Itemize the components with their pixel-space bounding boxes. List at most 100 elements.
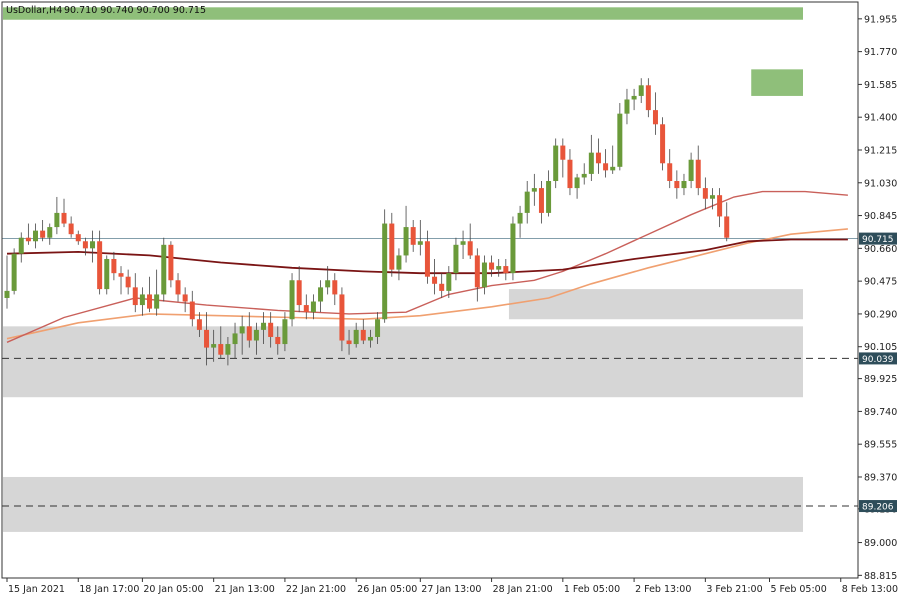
level-badge-0-label: 90.039 xyxy=(862,355,894,365)
candle-body-67 xyxy=(481,262,487,288)
y-tick-label-5: 91.030 xyxy=(864,178,897,189)
candle-body-88 xyxy=(631,95,637,100)
candle-body-24 xyxy=(175,280,181,295)
x-tick-label-0: 15 Jan 2021 xyxy=(8,584,65,595)
candle-body-10 xyxy=(75,234,81,242)
candle-body-9 xyxy=(68,223,74,235)
candle-body-6 xyxy=(47,227,53,238)
symbol-label: UsDollar,H4 xyxy=(6,5,62,16)
y-axis: 91.955 91.770 91.585 91.400 91.215 91.030 90.8… xyxy=(858,14,897,582)
y-tick-label-13: 89.555 xyxy=(864,440,897,451)
candle-body-58 xyxy=(417,241,423,245)
current-price-badge-label: 90.715 xyxy=(862,235,894,245)
candle-body-34 xyxy=(246,326,252,341)
candle-body-69 xyxy=(496,266,502,270)
candle-body-71 xyxy=(510,223,516,274)
y-tick-label-6: 90.845 xyxy=(864,211,897,222)
candle-body-93 xyxy=(667,163,673,182)
zone-gray-2 xyxy=(508,289,803,320)
candle-body-4 xyxy=(33,230,39,242)
candle-body-33 xyxy=(239,326,245,334)
candle-body-89 xyxy=(638,85,644,96)
candle-body-37 xyxy=(268,322,274,337)
ohlc-readout: 90.710 90.740 90.700 90.715 xyxy=(64,5,206,16)
candle-body-84 xyxy=(603,163,609,171)
candle-body-57 xyxy=(410,227,416,245)
candle-body-100 xyxy=(717,195,723,217)
x-tick-label-8: 1 Feb 05:00 xyxy=(564,584,620,595)
candle-body-3 xyxy=(25,237,31,242)
zones-layer xyxy=(3,7,803,532)
candle-body-41 xyxy=(296,280,302,306)
candle-body-43 xyxy=(310,301,316,313)
candle-body-85 xyxy=(610,166,616,171)
price-chart[interactable]: 91.955 91.770 91.585 91.400 91.215 91.030 90.8… xyxy=(0,0,900,600)
candle-body-14 xyxy=(104,258,110,290)
candle-body-63 xyxy=(453,244,459,274)
candle-body-28 xyxy=(204,329,210,348)
candle-body-83 xyxy=(595,152,601,164)
candle-body-65 xyxy=(467,241,473,256)
candle-body-45 xyxy=(325,280,331,288)
x-tick-label-2: 20 Jan 05:00 xyxy=(143,584,203,595)
chart-container: 91.955 91.770 91.585 91.400 91.215 91.030 90.8… xyxy=(0,0,900,600)
candle-body-55 xyxy=(396,255,402,270)
candle-body-29 xyxy=(211,344,217,348)
candle-body-44 xyxy=(318,287,324,302)
y-tick-label-16: 89.000 xyxy=(864,538,897,549)
candle-body-42 xyxy=(303,305,309,313)
x-tick-label-5: 26 Jan 05:00 xyxy=(357,584,417,595)
x-tick-label-10: 3 Feb 21:00 xyxy=(706,584,762,595)
candle-body-76 xyxy=(546,181,552,213)
candle-body-54 xyxy=(389,223,395,270)
candle-body-101 xyxy=(724,216,730,238)
candle-body-19 xyxy=(139,294,145,306)
candle-body-7 xyxy=(54,212,60,228)
candle-body-97 xyxy=(695,159,701,189)
candle-body-78 xyxy=(560,145,566,160)
candle-body-62 xyxy=(446,273,452,291)
candle-body-75 xyxy=(538,188,544,213)
candle-body-92 xyxy=(660,124,666,164)
y-tick-label-1: 91.770 xyxy=(864,47,897,58)
candle-body-99 xyxy=(709,195,715,199)
y-tick-label-17: 88.815 xyxy=(864,571,897,582)
y-tick-label-2: 91.585 xyxy=(864,80,897,91)
candle-body-81 xyxy=(581,173,587,178)
candle-body-26 xyxy=(189,301,195,320)
zone-green-1 xyxy=(751,69,803,96)
candle-body-86 xyxy=(617,113,623,167)
candle-body-21 xyxy=(154,294,160,309)
zone-gray-4 xyxy=(3,476,803,532)
zone-gray-3 xyxy=(3,326,803,398)
candle-body-50 xyxy=(360,329,366,341)
candle-body-87 xyxy=(624,99,630,114)
candle-body-32 xyxy=(232,333,238,345)
x-tick-label-12: 8 Feb 13:00 xyxy=(842,584,898,595)
y-tick-label-8: 90.475 xyxy=(864,277,897,288)
candle-body-79 xyxy=(567,159,573,189)
candle-body-20 xyxy=(147,294,153,309)
candle-body-8 xyxy=(61,212,67,224)
y-tick-label-4: 91.215 xyxy=(864,145,897,156)
candle-body-5 xyxy=(40,230,46,238)
price-badges: 90.715 90.039 89.206 xyxy=(859,232,897,513)
y-tick-label-10: 90.105 xyxy=(864,342,897,353)
x-tick-label-4: 22 Jan 21:00 xyxy=(286,584,346,595)
candle-body-15 xyxy=(111,258,117,274)
candles-layer xyxy=(4,78,730,366)
candle-body-23 xyxy=(168,244,174,281)
x-tick-label-7: 28 Jan 21:00 xyxy=(493,584,553,595)
candle-body-30 xyxy=(218,344,224,355)
candle-body-27 xyxy=(196,319,202,330)
y-tick-label-7: 90.660 xyxy=(864,244,897,255)
candle-body-73 xyxy=(524,191,530,213)
candle-body-60 xyxy=(432,276,438,284)
candle-body-53 xyxy=(382,223,388,320)
candle-body-74 xyxy=(531,188,537,192)
x-tick-label-3: 21 Jan 13:00 xyxy=(215,584,275,595)
candle-body-77 xyxy=(553,145,559,182)
candle-body-25 xyxy=(182,294,188,302)
candle-body-56 xyxy=(403,227,409,256)
candle-body-72 xyxy=(517,212,523,224)
